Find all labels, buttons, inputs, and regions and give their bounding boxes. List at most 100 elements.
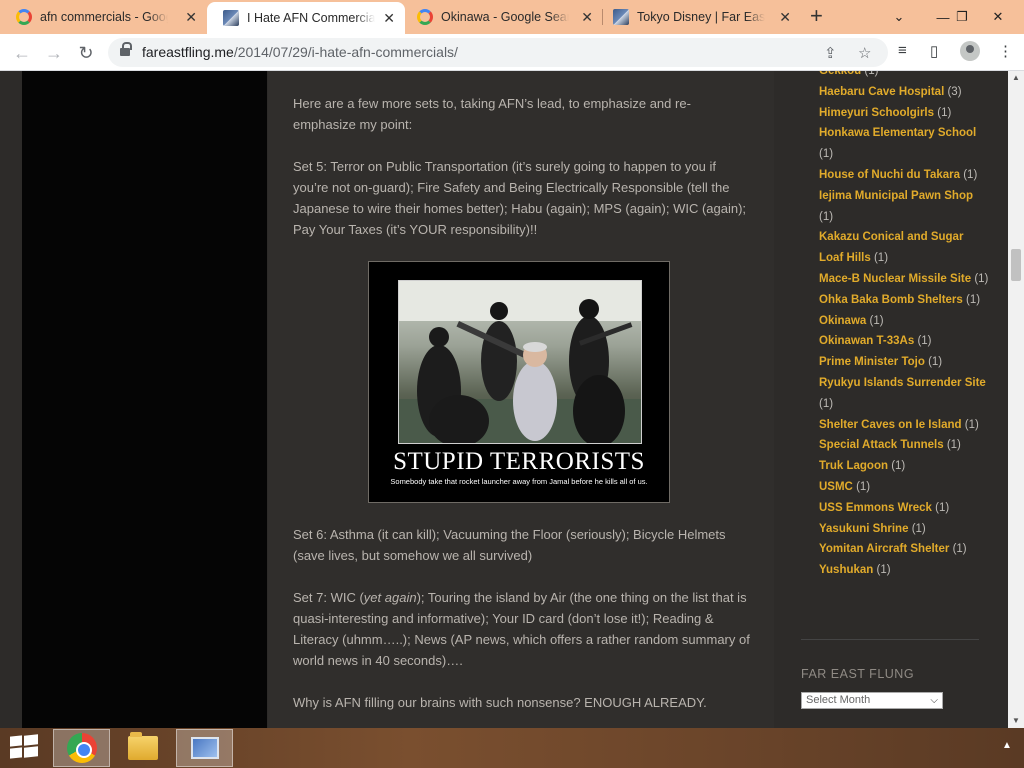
category-link[interactable]: Okinawan T-33As (819, 335, 914, 347)
category-link[interactable]: Yushukan (819, 564, 873, 576)
tab-close-icon[interactable]: ✕ (383, 10, 395, 27)
archive-month-select[interactable]: Select Month ⌵ (801, 692, 943, 709)
scroll-down-arrow-icon[interactable]: ▼ (1008, 714, 1024, 728)
side-panel-icon[interactable]: ▯ (930, 42, 938, 60)
archive-widget-title: FAR EAST FLUNG (801, 667, 915, 681)
article-body: Here are a few more sets to, taking AFN’… (268, 71, 774, 728)
category-link[interactable]: House of Nuchi du Takara (819, 169, 960, 181)
category-link[interactable]: USS Emmons Wreck (819, 502, 932, 514)
poster-caption: Somebody take that rocket launcher away … (390, 477, 648, 486)
category-link[interactable]: Ohka Baka Bomb Shelters (819, 294, 963, 306)
category-link[interactable]: Honkawa Elementary School (819, 127, 976, 139)
archive-select-value: Select Month (806, 694, 871, 706)
category-count: (1) (952, 543, 967, 556)
web-page: Here are a few more sets to, taking AFN’… (0, 71, 1008, 728)
tab-search-dropdown-icon[interactable]: ⌄ (882, 0, 916, 34)
tab-close-icon[interactable]: ✕ (581, 9, 593, 26)
tab-afn-commercials[interactable]: I Hate AFN Commercials | Far East Flung … (207, 2, 405, 34)
category-link[interactable]: Iejima Municipal Pawn Shop (819, 190, 973, 202)
new-tab-button[interactable]: + (810, 4, 823, 28)
category-count: (1) (856, 480, 871, 493)
category-item: Haebaru Cave Hospital (3) (819, 82, 989, 103)
category-count: (1) (917, 335, 932, 348)
site-favicon-icon (223, 10, 239, 26)
poster-title: STUPID TERRORISTS (393, 448, 645, 475)
category-link[interactable]: Mace-B Nuclear Missile Site (819, 273, 971, 285)
reload-button[interactable]: ↻ (74, 41, 98, 65)
tab-okinawa-search[interactable]: Okinawa - Google Search ✕ (405, 0, 603, 34)
taskbar-remote-desktop[interactable] (176, 729, 233, 767)
category-count: (1) (819, 210, 834, 223)
closing-paragraph: Why is AFN filling our brains with such … (293, 695, 707, 710)
page-scrollbar[interactable]: ▲ ▼ (1008, 71, 1024, 728)
tab-tokyo-disney[interactable]: Tokyo Disney | Far East Flung ✕ (603, 0, 801, 34)
category-item: Gekkou (1) (819, 71, 989, 82)
category-item: Iejima Municipal Pawn Shop (1) (819, 186, 989, 228)
category-link[interactable]: Special Attack Tunnels (819, 439, 944, 451)
category-link[interactable]: USMC (819, 481, 853, 493)
taskbar-file-explorer[interactable] (114, 729, 171, 767)
set6-paragraph: Set 6: Asthma (it can kill); Vacuuming t… (293, 527, 726, 563)
category-link[interactable]: Himeyuri Schoolgirls (819, 107, 934, 119)
share-icon[interactable]: ⇪ (824, 44, 837, 62)
category-count: (1) (864, 71, 879, 77)
forward-button[interactable]: → (42, 41, 66, 65)
terrorists-photo-illustration (399, 281, 641, 443)
category-link[interactable]: Ryukyu Islands Surrender Site (819, 377, 986, 389)
category-item: Okinawan T-33As (1) (819, 331, 989, 352)
tray-expand-icon[interactable]: ▲ (1002, 740, 1012, 751)
chrome-menu-icon[interactable]: ⋮ (998, 42, 1013, 60)
tab-afn-search[interactable]: afn commercials - Google Search ✕ (0, 0, 207, 34)
folder-icon (127, 732, 158, 760)
category-link[interactable]: Yomitan Aircraft Shelter (819, 543, 949, 555)
category-link[interactable]: Kakazu Conical and Sugar Loaf Hills (819, 231, 963, 264)
tab-strip: afn commercials - Google Search ✕ I Hate… (0, 0, 1024, 34)
category-count: (1) (963, 168, 978, 181)
category-link[interactable]: Shelter Caves on Ie Island (819, 419, 962, 431)
set7-prefix: Set 7: WIC ( (293, 590, 364, 605)
lock-icon[interactable] (120, 42, 132, 58)
tab-close-icon[interactable]: ✕ (185, 9, 197, 26)
scroll-up-arrow-icon[interactable]: ▲ (1008, 71, 1024, 85)
set7-italic: yet again (363, 590, 417, 605)
category-link[interactable]: Truk Lagoon (819, 460, 888, 472)
window-close-button[interactable]: ✕ (981, 0, 1015, 34)
demotivational-poster[interactable]: STUPID TERRORISTS Somebody take that roc… (368, 261, 670, 503)
profile-avatar[interactable] (960, 41, 980, 61)
tab-close-icon[interactable]: ✕ (779, 9, 791, 26)
category-link[interactable]: Okinawa (819, 315, 866, 327)
monitor-icon (190, 737, 219, 759)
restore-button[interactable]: ❐ (945, 0, 979, 34)
tab-title: Tokyo Disney | Far East Flung (637, 10, 765, 24)
site-favicon-icon (613, 9, 629, 25)
url-domain: fareastfling.me (142, 44, 234, 60)
category-link[interactable]: Gekkou (819, 71, 861, 77)
category-count: (1) (876, 564, 891, 577)
category-item: Mace-B Nuclear Missile Site (1) (819, 269, 989, 290)
address-bar[interactable]: fareastfling.me/2014/07/29/i-hate-afn-co… (108, 38, 888, 67)
category-count: (1) (873, 252, 889, 265)
bookmark-star-icon[interactable]: ☆ (858, 44, 871, 62)
tab-title: afn commercials - Google Search (40, 10, 168, 24)
category-item: Yasukuni Shrine (1) (819, 519, 989, 540)
category-count: (1) (819, 148, 834, 161)
category-item: Yomitan Aircraft Shelter (1) (819, 539, 989, 560)
windows-start-icon[interactable] (10, 734, 38, 760)
poster-photo (398, 280, 642, 444)
category-item: USMC (1) (819, 477, 989, 498)
category-item: Truk Lagoon (1) (819, 456, 989, 477)
category-item: Ryukyu Islands Surrender Site (1) (819, 373, 989, 415)
chrome-icon (66, 733, 97, 763)
category-link[interactable]: Yasukuni Shrine (819, 523, 908, 535)
sidebar-divider (801, 639, 979, 640)
taskbar-chrome[interactable] (53, 729, 110, 767)
url-text[interactable]: fareastfling.me/2014/07/29/i-hate-afn-co… (142, 44, 458, 60)
back-button[interactable]: ← (10, 41, 34, 65)
category-item: Prime Minister Tojo (1) (819, 352, 989, 373)
scrollbar-thumb[interactable] (1011, 249, 1021, 281)
media-control-icon[interactable]: ≡ (898, 42, 907, 59)
category-link[interactable]: Haebaru Cave Hospital (819, 86, 944, 98)
category-count: (1) (928, 356, 943, 369)
category-link[interactable]: Prime Minister Tojo (819, 356, 925, 368)
category-item: House of Nuchi du Takara (1) (819, 165, 989, 186)
